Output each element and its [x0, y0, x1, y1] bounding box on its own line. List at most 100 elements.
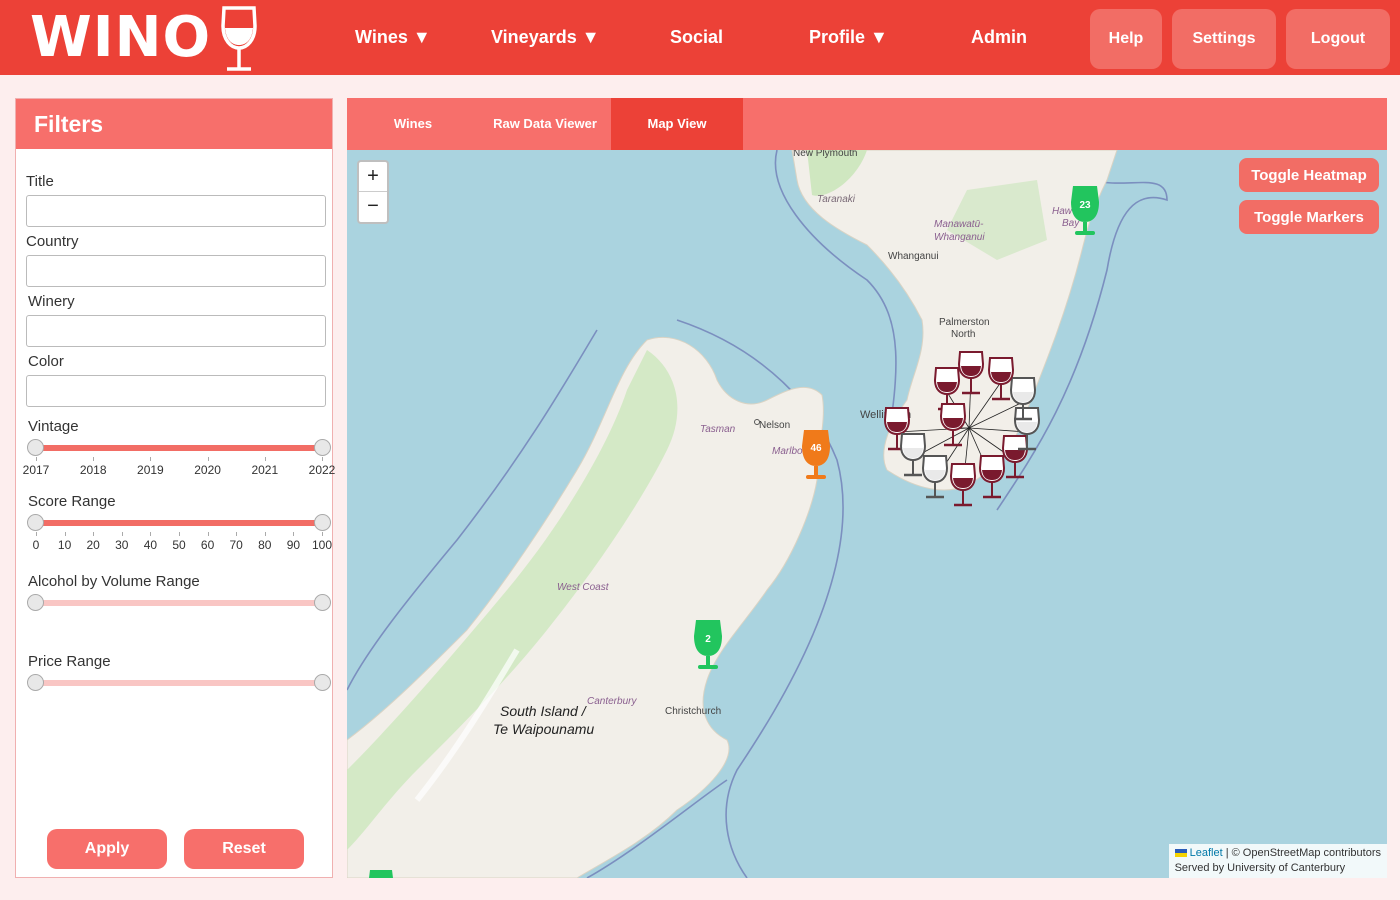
slider-tick-mark — [150, 532, 152, 536]
slider-tick-mark — [264, 457, 266, 461]
slider-tick-mark — [207, 457, 209, 461]
zoom-in-button[interactable]: + — [359, 162, 387, 192]
top-navbar: WINO Wines ▼ Vineyards ▼ Social Profile … — [0, 0, 1400, 75]
nav-social[interactable]: Social — [670, 0, 723, 75]
slider-tick-label: 2020 — [194, 463, 221, 477]
slider-tick-label: 80 — [258, 538, 272, 552]
toggle-heatmap-button[interactable]: Toggle Heatmap — [1239, 158, 1379, 192]
cluster-marker-partial[interactable] — [369, 870, 393, 878]
score-min-handle[interactable] — [27, 514, 44, 531]
tab-wines[interactable]: Wines — [347, 98, 479, 150]
settings-button[interactable]: Settings — [1172, 9, 1276, 69]
slider-tick-label: 70 — [229, 538, 243, 552]
logo-text: WINO — [30, 5, 212, 70]
score-slider[interactable] — [27, 514, 331, 531]
abv-slider[interactable] — [27, 594, 331, 611]
wino-logo[interactable]: WINO — [30, 5, 259, 71]
title-label: Title — [26, 173, 54, 190]
slider-tick-mark — [179, 532, 180, 536]
slider-tick-label: 10 — [57, 538, 72, 552]
slider-tick-label: 30 — [115, 538, 129, 552]
abv-label: Alcohol by Volume Range — [28, 573, 200, 590]
country-label: Country — [26, 233, 79, 250]
reset-button[interactable]: Reset — [184, 829, 304, 869]
price-slider[interactable] — [27, 674, 331, 691]
cluster-count-23: 23 — [1079, 200, 1091, 211]
abv-max-handle[interactable] — [314, 594, 331, 611]
ukraine-flag-icon — [1174, 849, 1187, 858]
vintage-max-handle[interactable] — [314, 439, 331, 456]
map-label-canterbury: Canterbury — [587, 696, 637, 707]
map-label-manawatu-2: Whanganui — [934, 232, 985, 243]
map-label-whanganui: Whanganui — [888, 251, 939, 262]
map-label-christchurch: Christchurch — [665, 706, 721, 717]
zoom-out-button[interactable]: − — [359, 192, 387, 222]
nav-vineyards[interactable]: Vineyards ▼ — [491, 0, 600, 75]
cluster-count-46: 46 — [810, 443, 822, 454]
price-label: Price Range — [28, 653, 111, 670]
slider-tick-label: 90 — [286, 538, 301, 552]
map-canvas[interactable]: New Plymouth Taranaki Manawatū- Whanganu… — [347, 150, 1387, 878]
price-min-handle[interactable] — [27, 674, 44, 691]
vintage-slider[interactable] — [27, 439, 331, 456]
osm-attribution: | © OpenStreetMap contributors — [1225, 847, 1381, 859]
apply-button[interactable]: Apply — [47, 829, 167, 869]
map-label-west-coast: West Coast — [557, 582, 610, 593]
slider-tick-mark — [207, 532, 209, 536]
toggle-markers-button[interactable]: Toggle Markers — [1239, 200, 1379, 234]
slider-tick-label: 2021 — [251, 463, 279, 477]
score-label: Score Range — [28, 493, 116, 510]
slider-tick-label: 20 — [86, 538, 100, 552]
slider-tick-label: 2017 — [22, 463, 50, 477]
map-label-taranaki: Taranaki — [817, 194, 856, 205]
price-max-handle[interactable] — [314, 674, 331, 691]
slider-tick-mark — [64, 532, 66, 536]
color-label: Color — [28, 353, 64, 370]
slider-tick-label: 60 — [200, 538, 215, 552]
slider-tick-mark — [264, 532, 266, 536]
title-input[interactable] — [26, 195, 326, 227]
winery-input[interactable] — [26, 315, 326, 347]
slider-tick-mark — [93, 457, 95, 461]
nav-profile[interactable]: Profile ▼ — [809, 0, 888, 75]
zoom-control: + − — [357, 160, 389, 224]
abv-min-handle[interactable] — [27, 594, 44, 611]
slider-tick-label: 50 — [172, 538, 186, 552]
map-label-new-plymouth: New Plymouth — [793, 150, 857, 159]
vintage-ticks: 2017 2018 2019 2020 2021 2022 — [22, 457, 335, 477]
map-label-palmerston-2: North — [951, 329, 975, 340]
score-max-handle[interactable] — [314, 514, 331, 531]
nav-admin[interactable]: Admin — [971, 0, 1027, 75]
map-label-hawkes-1: Haw — [1052, 206, 1073, 217]
vintage-min-handle[interactable] — [27, 439, 44, 456]
logout-button[interactable]: Logout — [1286, 9, 1390, 69]
slider-tick-mark — [322, 532, 323, 536]
tab-map-view[interactable]: Map View — [611, 98, 743, 150]
map-label-tasman: Tasman — [700, 424, 736, 435]
nav-wines[interactable]: Wines ▼ — [355, 0, 431, 75]
view-tabs: Wines Raw Data Viewer Map View — [347, 98, 1387, 150]
slider-tick-mark — [93, 532, 95, 536]
help-button[interactable]: Help — [1090, 9, 1162, 69]
slider-tick-label: 2019 — [137, 463, 164, 477]
slider-tick-mark — [121, 532, 123, 536]
color-input[interactable] — [26, 375, 326, 407]
leaflet-link[interactable]: Leaflet — [1190, 847, 1223, 859]
winery-label: Winery — [28, 293, 75, 310]
slider-tick-mark — [293, 532, 295, 536]
cluster-count-2: 2 — [705, 634, 711, 645]
vintage-label: Vintage — [28, 418, 79, 435]
slider-tick-label: 2022 — [308, 463, 336, 477]
map-label-south-island-1: South Island / — [500, 703, 588, 719]
slider-tick-label: 2018 — [79, 463, 107, 477]
main-panel: Wines Raw Data Viewer Map View New Plymo… — [347, 98, 1387, 878]
slider-tick-label: 100 — [311, 538, 333, 552]
map-attribution: Leaflet | © OpenStreetMap contributors S… — [1168, 844, 1387, 878]
country-input[interactable] — [26, 255, 326, 287]
slider-tick-mark — [36, 457, 37, 461]
score-ticks: 0 10 20 30 40 50 60 70 80 90 100 — [26, 532, 332, 552]
map-label-manawatu-1: Manawatū- — [934, 219, 984, 230]
filters-title: Filters — [16, 99, 332, 149]
tab-raw-data-viewer[interactable]: Raw Data Viewer — [479, 98, 611, 150]
map-label-palmerston-1: Palmerston — [939, 317, 990, 328]
